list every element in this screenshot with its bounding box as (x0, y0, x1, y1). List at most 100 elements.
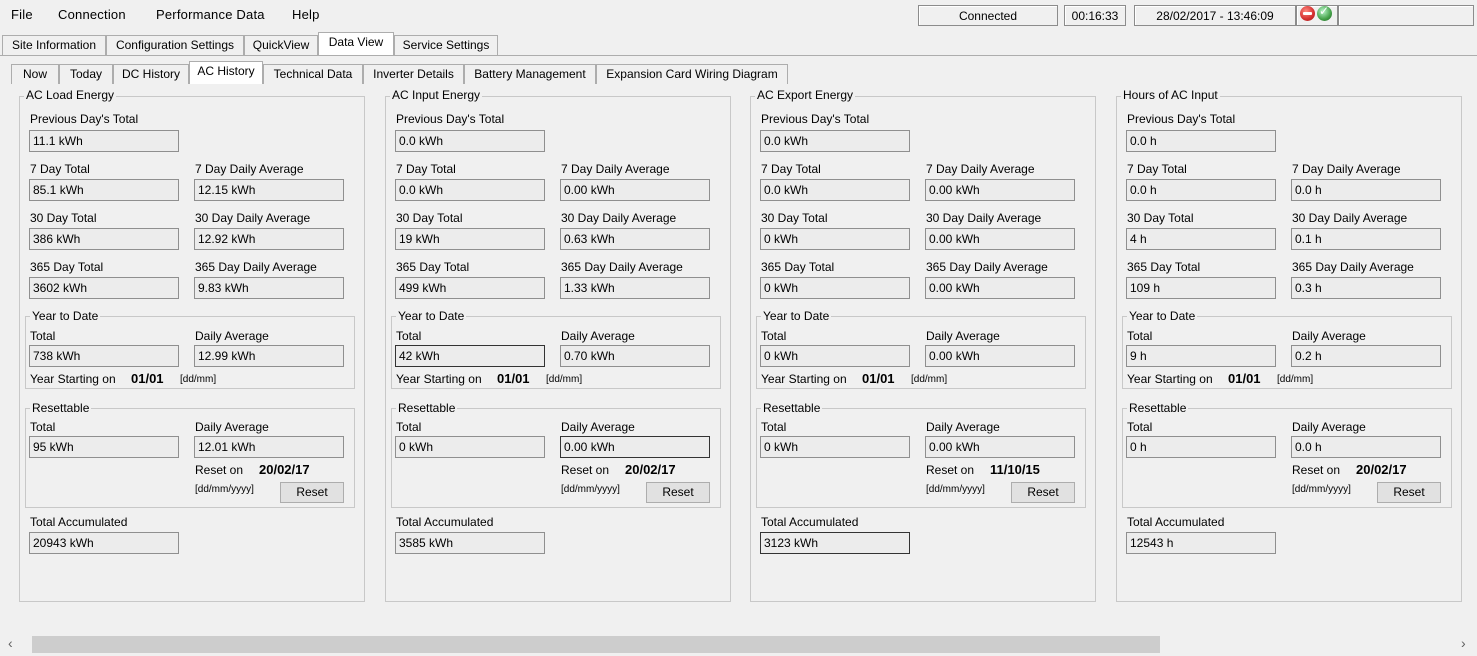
year-day-total-label: 365 Day Total (1127, 260, 1201, 274)
menu-performance-data[interactable]: Performance Data (156, 7, 265, 22)
thirty-day-average-value: 0.1 h (1291, 228, 1441, 250)
tab-quickview[interactable]: QuickView (244, 35, 318, 55)
total-accumulated-label: Total Accumulated (30, 515, 128, 529)
ddmmyyyy-hint: [dd/mm/yyyy] (561, 484, 620, 495)
thirty-day-average-value: 12.92 kWh (194, 228, 344, 250)
tab-today[interactable]: Today (59, 64, 113, 84)
thirty-day-average-label: 30 Day Daily Average (561, 211, 677, 225)
total-accumulated-label: Total Accumulated (1127, 515, 1225, 529)
ytd-total-value: 0 kWh (760, 345, 910, 367)
seven-day-total-value: 85.1 kWh (29, 179, 179, 201)
ytd-total-value: 738 kWh (29, 345, 179, 367)
ac-input-energy-panel: AC Input Energy Previous Day's Total 0.0… (385, 88, 731, 602)
reset-on-label: Reset on (561, 463, 610, 477)
ddmmyyyy-hint: [dd/mm/yyyy] (926, 484, 985, 495)
tab-battery-management[interactable]: Battery Management (464, 64, 596, 84)
ytd-average-label: Daily Average (195, 329, 269, 343)
reset-button[interactable]: Reset (280, 482, 344, 503)
ytd-average-label: Daily Average (1292, 329, 1366, 343)
elapsed-time: 00:16:33 (1064, 5, 1126, 26)
year-start-date: 01/01 (497, 371, 530, 386)
resettable-total-label: Total (30, 420, 56, 434)
reset-on-label: Reset on (1292, 463, 1341, 477)
year-day-average-value: 0.3 h (1291, 277, 1441, 299)
horizontal-scrollbar[interactable]: ‹ › (0, 633, 1477, 656)
seven-day-total-label: 7 Day Total (30, 162, 90, 176)
year-starting-label: Year Starting on (30, 372, 116, 386)
thirty-day-total-label: 30 Day Total (761, 211, 828, 225)
year-day-total-label: 365 Day Total (30, 260, 104, 274)
thirty-day-average-label: 30 Day Daily Average (926, 211, 1042, 225)
resettable-average-value: 0.0 h (1291, 436, 1441, 458)
seven-day-average-label: 7 Day Daily Average (1292, 162, 1401, 176)
year-day-average-value: 0.00 kWh (925, 277, 1075, 299)
tab-expansion-card-wiring-diagram[interactable]: Expansion Card Wiring Diagram (596, 64, 788, 84)
panel-title: AC Load Energy (24, 88, 117, 102)
panel-title: AC Input Energy (390, 88, 483, 102)
tab-technical-data[interactable]: Technical Data (263, 64, 363, 84)
year-day-average-value: 1.33 kWh (560, 277, 710, 299)
resettable-average-value: 12.01 kWh (194, 436, 344, 458)
ddmm-hint: [dd/mm] (911, 374, 948, 385)
seven-day-average-label: 7 Day Daily Average (195, 162, 304, 176)
resettable-total-value: 0 kWh (760, 436, 910, 458)
thirty-day-total-label: 30 Day Total (1127, 211, 1194, 225)
scroll-right-icon[interactable]: › (1461, 635, 1466, 651)
previous-day-value: 11.1 kWh (29, 130, 179, 152)
ddmm-hint: [dd/mm] (180, 374, 217, 385)
ytd-average-label: Daily Average (561, 329, 635, 343)
resettable-total-value: 0 h (1126, 436, 1276, 458)
year-start-date: 01/01 (862, 371, 895, 386)
ytd-average-value: 12.99 kWh (194, 345, 344, 367)
year-day-average-label: 365 Day Daily Average (195, 260, 317, 274)
menu-file[interactable]: File (11, 7, 33, 22)
seven-day-average-value: 0.00 kWh (925, 179, 1075, 201)
reset-button[interactable]: Reset (1011, 482, 1075, 503)
scrollbar-thumb[interactable] (32, 636, 1160, 653)
tab-configuration-settings[interactable]: Configuration Settings (106, 35, 244, 55)
tab-inverter-details[interactable]: Inverter Details (363, 64, 464, 84)
ytd-total-label: Total (761, 329, 787, 343)
year-day-average-label: 365 Day Daily Average (561, 260, 683, 274)
scroll-left-icon[interactable]: ‹ (8, 635, 13, 651)
tab-site-information[interactable]: Site Information (2, 35, 106, 55)
total-accumulated-value: 3123 kWh (760, 532, 910, 554)
resettable-title: Resettable (396, 401, 458, 415)
resettable-title: Resettable (761, 401, 823, 415)
ok-status-icon (1317, 4, 1332, 21)
year-to-date-title: Year to Date (1127, 309, 1198, 323)
thirty-day-total-value: 0 kWh (760, 228, 910, 250)
menu-help[interactable]: Help (292, 7, 320, 22)
tab-service-settings[interactable]: Service Settings (394, 35, 498, 55)
thirty-day-total-value: 386 kWh (29, 228, 179, 250)
thirty-day-average-value: 0.00 kWh (925, 228, 1075, 250)
tab-now[interactable]: Now (11, 64, 59, 84)
total-accumulated-label: Total Accumulated (396, 515, 494, 529)
stop-status-icon (1300, 6, 1315, 21)
reset-button[interactable]: Reset (646, 482, 710, 503)
seven-day-total-label: 7 Day Total (761, 162, 821, 176)
tab-ac-history[interactable]: AC History (189, 61, 263, 84)
thirty-day-total-label: 30 Day Total (396, 211, 463, 225)
year-start-date: 01/01 (1228, 371, 1261, 386)
year-to-date-title: Year to Date (396, 309, 467, 323)
thirty-day-total-value: 4 h (1126, 228, 1276, 250)
date-time-display: 28/02/2017 - 13:46:09 (1134, 5, 1296, 26)
year-to-date-title: Year to Date (761, 309, 832, 323)
year-starting-label: Year Starting on (761, 372, 847, 386)
tab-data-view[interactable]: Data View (318, 32, 394, 55)
seven-day-total-value: 0.0 h (1126, 179, 1276, 201)
ddmmyyyy-hint: [dd/mm/yyyy] (195, 484, 254, 495)
ytd-total-label: Total (30, 329, 56, 343)
year-starting-label: Year Starting on (396, 372, 482, 386)
year-day-total-label: 365 Day Total (396, 260, 470, 274)
thirty-day-average-label: 30 Day Daily Average (1292, 211, 1408, 225)
menu-bar: File Connection Performance Data Help Co… (0, 0, 1477, 31)
tab-dc-history[interactable]: DC History (113, 64, 189, 84)
year-day-total-label: 365 Day Total (761, 260, 835, 274)
ddmm-hint: [dd/mm] (1277, 374, 1314, 385)
resettable-group: Resettable Total Daily Average 0 h 0.0 h… (1122, 401, 1452, 508)
seven-day-average-label: 7 Day Daily Average (926, 162, 1035, 176)
reset-button[interactable]: Reset (1377, 482, 1441, 503)
menu-connection[interactable]: Connection (58, 7, 126, 22)
